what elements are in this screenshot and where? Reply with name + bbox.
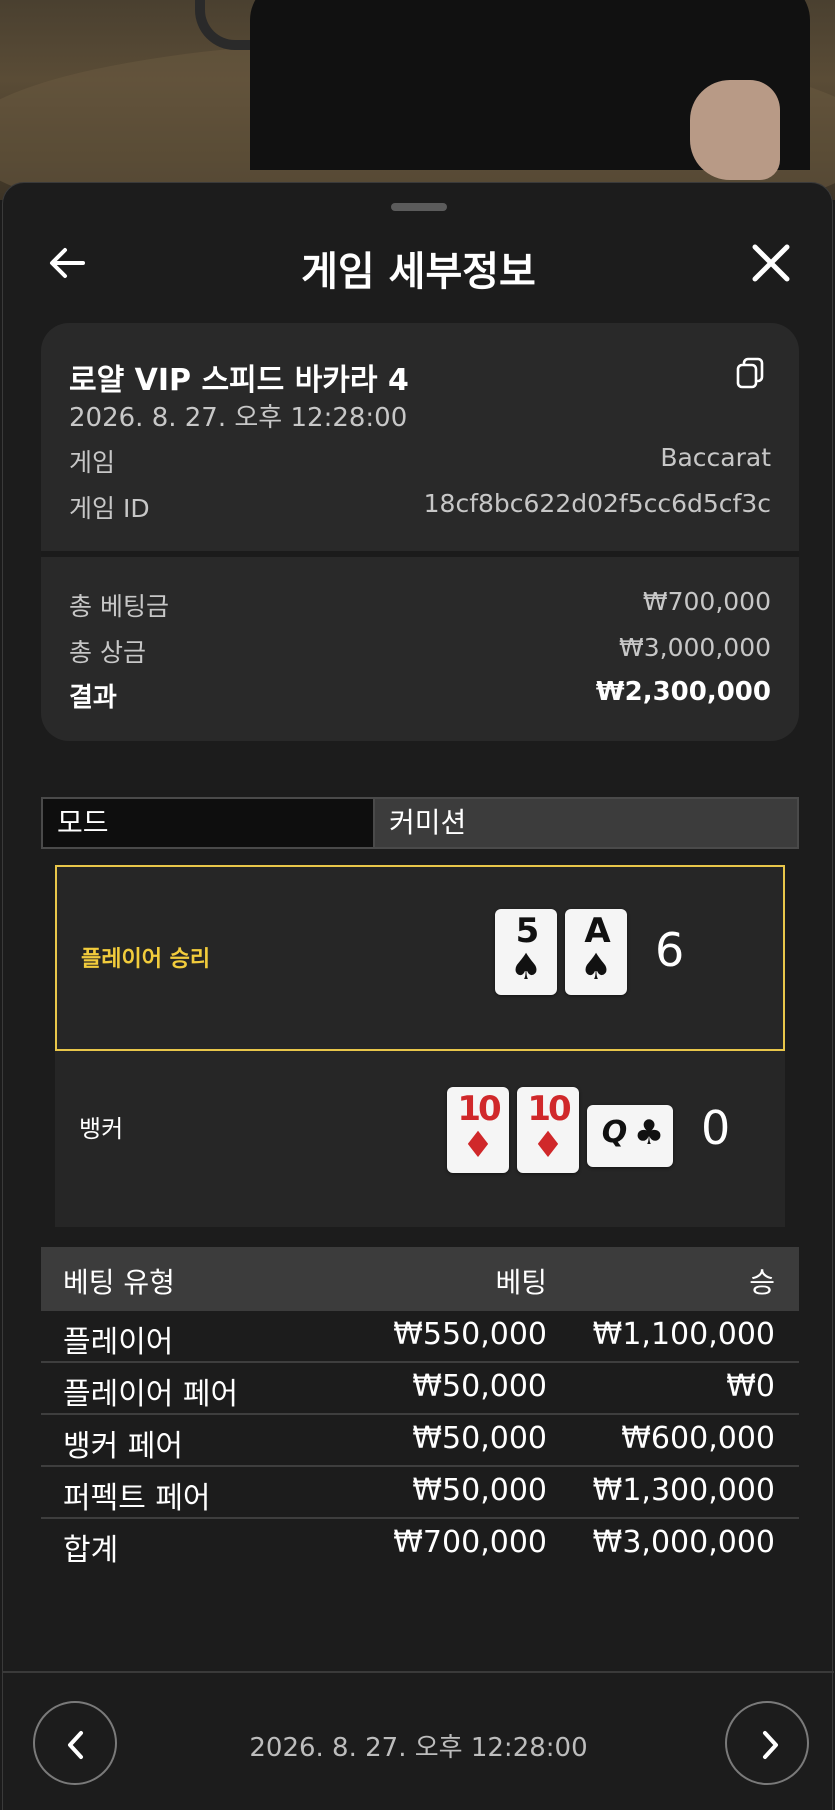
- total-label: 총 상금: [69, 638, 146, 667]
- bet-type: 퍼펙트 페어: [63, 1481, 211, 1516]
- playing-card: A ♠: [565, 909, 627, 995]
- win-amount: ₩1,300,000: [592, 1473, 775, 1508]
- sheet-drag-handle[interactable]: [391, 203, 447, 211]
- bets-table-header: 베팅 유형 베팅 승: [41, 1247, 799, 1311]
- mode-value: 커미션: [373, 797, 799, 849]
- diamond-icon: ♦: [461, 1125, 495, 1166]
- game-details-sheet: 게임 세부정보 로얄 VIP 스피드 바카라 4 2026. 8. 27. 오후…: [2, 182, 834, 1810]
- win-amount: ₩1,100,000: [592, 1317, 775, 1352]
- close-icon: [752, 244, 790, 282]
- bet-amount: ₩700,000: [393, 1525, 547, 1560]
- playing-card: 5 ♠: [495, 909, 557, 995]
- total-label: 총 베팅금: [69, 592, 169, 621]
- card-divider: [41, 551, 799, 557]
- bet-type: 합계: [63, 1533, 119, 1568]
- bet-type: 플레이어 페어: [63, 1377, 239, 1412]
- dealer-hand: [690, 80, 780, 180]
- diamond-icon: ♦: [531, 1125, 565, 1166]
- win-amount: ₩0: [726, 1369, 775, 1404]
- playing-card: 10 ♦: [447, 1087, 509, 1173]
- page-title: 게임 세부정보: [301, 249, 536, 295]
- spade-icon: ♠: [579, 947, 613, 988]
- bet-type: 뱅커 페어: [63, 1429, 183, 1464]
- total-value: ₩700,000: [642, 587, 771, 616]
- bet-type: 플레이어: [63, 1325, 174, 1360]
- banker-score: 0: [701, 1101, 731, 1155]
- live-video-background: [0, 0, 835, 200]
- column-header-win: 승: [749, 1266, 775, 1299]
- result-value: ₩2,300,000: [595, 677, 771, 707]
- win-amount: ₩3,000,000: [592, 1525, 775, 1560]
- result-label: 결과: [69, 683, 117, 713]
- game-date: 2026. 8. 27. 오후 12:28:00: [69, 403, 408, 433]
- player-score: 6: [655, 923, 685, 977]
- info-value: Baccarat: [660, 443, 771, 472]
- playing-card-sideways: Q ♣: [587, 1105, 673, 1167]
- footer-date: 2026. 8. 27. 오후 12:28:00: [249, 1733, 588, 1763]
- info-label: 게임 ID: [69, 494, 150, 523]
- player-result-label: 플레이어 승리: [81, 947, 211, 972]
- game-name: 로얄 VIP 스피드 바카라 4: [69, 363, 409, 398]
- column-header-bet-type: 베팅 유형: [63, 1266, 175, 1299]
- card-rank: Q: [601, 1115, 628, 1150]
- card-rank: A: [584, 911, 610, 951]
- total-value: ₩3,000,000: [619, 633, 771, 662]
- player-result-box: 플레이어 승리 5 ♠ A ♠ 6: [55, 865, 785, 1051]
- chevron-right-icon: [763, 1731, 778, 1759]
- playing-card: 10 ♦: [517, 1087, 579, 1173]
- card-rank: 10: [527, 1089, 571, 1129]
- copy-button[interactable]: [735, 357, 765, 389]
- card-rank: 10: [457, 1089, 501, 1129]
- footer-divider: [3, 1671, 834, 1673]
- sheet-header: 게임 세부정보: [3, 223, 834, 303]
- table-row: 플레이어 ₩550,000 ₩1,100,000: [41, 1311, 799, 1363]
- club-icon: ♣: [633, 1113, 665, 1153]
- table-row-total: 합계 ₩700,000 ₩3,000,000: [41, 1519, 799, 1571]
- mode-label: 모드: [41, 797, 375, 849]
- spade-icon: ♠: [509, 947, 543, 988]
- close-button[interactable]: [745, 237, 797, 289]
- table-row: 퍼펙트 페어 ₩50,000 ₩1,300,000: [41, 1467, 799, 1519]
- banker-result-label: 뱅커: [79, 1115, 124, 1143]
- game-info-card: 로얄 VIP 스피드 바카라 4 2026. 8. 27. 오후 12:28:0…: [41, 323, 799, 741]
- game-info-top: 로얄 VIP 스피드 바카라 4 2026. 8. 27. 오후 12:28:0…: [41, 323, 799, 551]
- info-value: 18cf8bc622d02f5cc6d5cf3c: [423, 489, 771, 518]
- copy-icon: [736, 357, 764, 389]
- bet-amount: ₩50,000: [412, 1473, 547, 1508]
- column-header-bet: 베팅: [495, 1266, 547, 1299]
- table-row: 뱅커 페어 ₩50,000 ₩600,000: [41, 1415, 799, 1467]
- win-amount: ₩600,000: [621, 1421, 775, 1456]
- bet-amount: ₩50,000: [412, 1421, 547, 1456]
- next-game-button[interactable]: [725, 1701, 809, 1785]
- card-rank: 5: [515, 911, 540, 951]
- mode-table: 모드 커미션: [41, 797, 799, 849]
- bet-amount: ₩550,000: [393, 1317, 547, 1352]
- bet-amount: ₩50,000: [412, 1369, 547, 1404]
- banker-result-box: 뱅커 10 ♦ 10 ♦ Q ♣ 0: [55, 1051, 785, 1227]
- info-label: 게임: [69, 448, 116, 477]
- table-row: 플레이어 페어 ₩50,000 ₩0: [41, 1363, 799, 1415]
